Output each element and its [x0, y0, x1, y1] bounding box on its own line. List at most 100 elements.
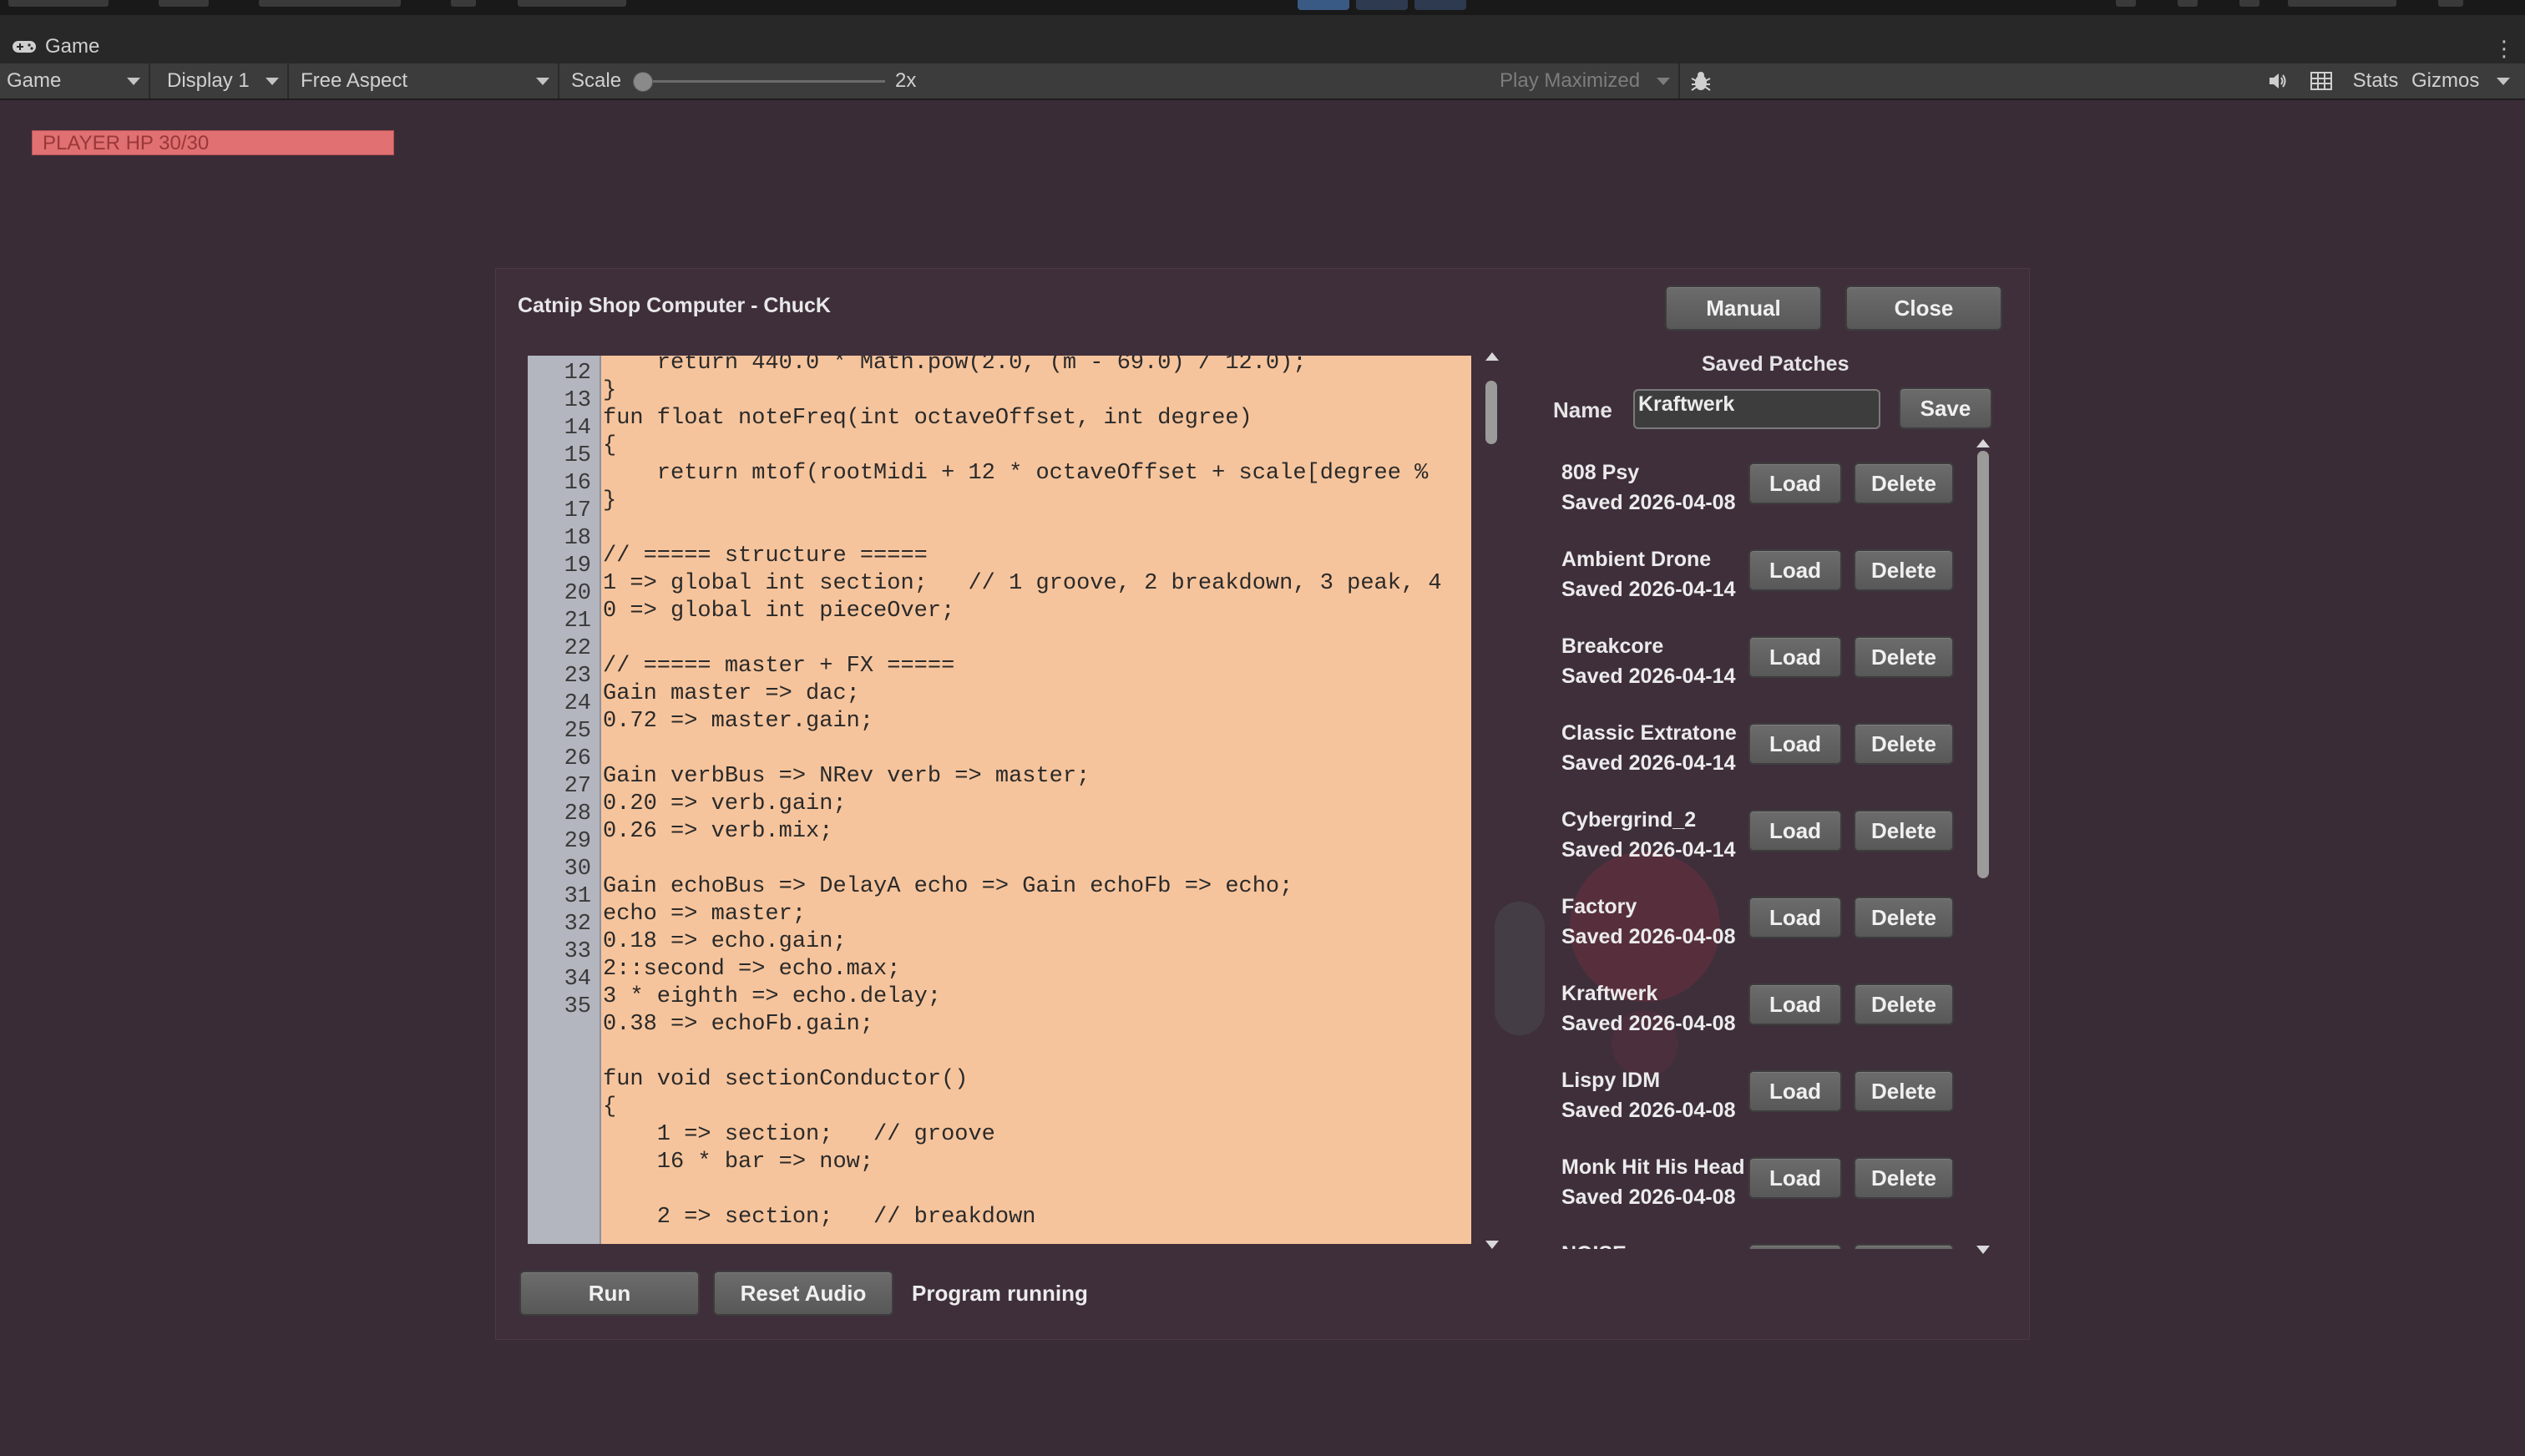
manual-button[interactable]: Manual	[1665, 286, 1822, 331]
code-line: 19// ===== structure =====	[528, 543, 1471, 579]
delete-patch-button[interactable]: Delete	[1854, 1157, 1954, 1199]
code-scrollbar-thumb[interactable]	[1485, 381, 1497, 444]
pause-button[interactable]	[1356, 0, 1408, 10]
scale-label: Scale	[564, 63, 631, 99]
scroll-down-arrow-icon[interactable]	[1976, 1246, 1990, 1254]
chevron-down-icon	[1657, 78, 1670, 85]
gizmos-button[interactable]: Gizmos	[2411, 63, 2495, 99]
code-text: 2 => section; // breakdown	[603, 1205, 1036, 1230]
reset-audio-button[interactable]: Reset Audio	[713, 1271, 893, 1316]
load-patch-button[interactable]: Load	[1748, 1070, 1842, 1112]
code-line: {	[528, 1095, 1471, 1122]
code-line: 16 return mtof(rootMidi + 12 * octaveOff…	[528, 461, 1471, 496]
patch-name: Lispy IDM	[1561, 1069, 1661, 1092]
code-text: Gain master => dac;	[603, 681, 860, 706]
code-scrollbar[interactable]	[1483, 352, 1501, 1249]
scale-label-text: Scale	[571, 69, 622, 92]
saved-patches-list[interactable]: 808 Psy Saved 2026-04-08 Load Delete Ambient…	[1536, 442, 1971, 1249]
code-text: Gain verbBus => NRev verb => master;	[603, 764, 1090, 789]
scale-slider-handle[interactable]	[633, 72, 653, 92]
display-dropdown[interactable]: Display 1	[160, 63, 289, 99]
code-text: // ===== structure =====	[603, 543, 928, 569]
load-patch-button[interactable]: Load	[1748, 1244, 1842, 1249]
grid-icon[interactable]	[2306, 63, 2336, 99]
delete-patch-button[interactable]: Delete	[1854, 723, 1954, 765]
code-text: 0.26 => verb.mix;	[603, 819, 833, 844]
chevron-down-icon	[2497, 77, 2510, 85]
load-patch-button[interactable]: Load	[1748, 1157, 1842, 1199]
play-mode-dropdown[interactable]: Play Maximized	[1493, 63, 1680, 99]
code-line: 30	[528, 847, 1471, 882]
game-tab[interactable]: Game	[12, 30, 99, 63]
asset-store-fragment[interactable]	[259, 0, 401, 7]
delete-patch-button[interactable]: Delete	[1854, 1244, 1954, 1249]
load-patch-button[interactable]: Load	[1748, 810, 1842, 852]
delete-patch-button[interactable]: Delete	[1854, 549, 1954, 591]
code-text: echo => master;	[603, 902, 807, 927]
code-line: 12 return 440.0 * Math.pow(2.0, (m - 69.…	[528, 356, 1471, 386]
patch-saved-date: Saved 2026-04-08	[1561, 1012, 1736, 1035]
step-button[interactable]	[1414, 0, 1466, 10]
play-button[interactable]	[1298, 0, 1349, 10]
program-status: Program running	[912, 1281, 1088, 1306]
code-text: 0.20 => verb.gain;	[603, 791, 847, 816]
load-patch-button[interactable]: Load	[1748, 463, 1842, 504]
scroll-down-arrow-icon[interactable]	[1485, 1241, 1499, 1249]
code-text: 1 => global int section; // 1 groove, 2 …	[603, 571, 1442, 596]
run-button[interactable]: Run	[519, 1271, 700, 1316]
delete-patch-button[interactable]: Delete	[1854, 810, 1954, 852]
delete-patch-button[interactable]: Delete	[1854, 636, 1954, 678]
account-fragment[interactable]	[159, 0, 209, 7]
unity-ai-fragment[interactable]	[518, 0, 626, 7]
patch-name: NOISE	[1561, 1242, 1627, 1249]
delete-patch-button[interactable]: Delete	[1854, 1070, 1954, 1112]
scale-value: 2x	[888, 63, 939, 99]
code-text: 0.18 => echo.gain;	[603, 929, 847, 954]
gizmos-dropdown[interactable]	[2497, 63, 2522, 99]
code-editor[interactable]: 12 return 440.0 * Math.pow(2.0, (m - 69.…	[528, 356, 1471, 1244]
code-text: return mtof(rootMidi + 12 * octaveOffset…	[603, 461, 1429, 486]
kebab-menu-icon[interactable]: ⋮	[2493, 38, 2515, 59]
code-text: 1 => section; // groove	[603, 1122, 995, 1147]
save-patch-button[interactable]: Save	[1899, 387, 1992, 429]
delete-patch-button[interactable]: Delete	[1854, 463, 1954, 504]
patch-row: Cybergrind_2 Saved 2026-04-14 Load Delete	[1536, 796, 1971, 877]
patch-name-input[interactable]: Kraftwerk	[1633, 389, 1880, 429]
stats-button[interactable]: Stats	[2346, 63, 2405, 99]
layout-dropdown[interactable]	[2288, 0, 2396, 7]
delete-patch-button[interactable]: Delete	[1854, 897, 1954, 938]
patches-scrollbar[interactable]	[1974, 439, 1992, 1254]
scale-slider-track[interactable]	[641, 80, 885, 83]
gizmos-label: Gizmos	[2411, 69, 2480, 92]
code-line: 25 0.72 => master.gain;	[528, 709, 1471, 744]
search-icon[interactable]	[2239, 0, 2259, 7]
settings-icon[interactable]	[2438, 0, 2463, 7]
game-view-dropdown[interactable]: Game	[0, 63, 150, 99]
load-patch-button[interactable]: Load	[1748, 636, 1842, 678]
load-patch-button[interactable]: Load	[1748, 549, 1842, 591]
code-line: 0.38 => echoFb.gain;	[528, 1012, 1471, 1039]
load-patch-button[interactable]: Load	[1748, 983, 1842, 1025]
aspect-dropdown[interactable]: Free Aspect	[294, 63, 559, 99]
patches-scrollbar-thumb[interactable]	[1977, 451, 1989, 878]
patch-name: 808 Psy	[1561, 461, 1640, 484]
code-text: fun void sectionConductor()	[603, 1067, 969, 1092]
code-line: 32 echo => master;	[528, 902, 1471, 937]
load-patch-button[interactable]: Load	[1748, 723, 1842, 765]
scroll-up-arrow-icon[interactable]	[1485, 352, 1499, 361]
code-text: 0.72 => master.gain;	[603, 709, 874, 734]
cloud-icon[interactable]	[2178, 0, 2198, 7]
delete-patch-button[interactable]: Delete	[1854, 983, 1954, 1025]
load-patch-button[interactable]: Load	[1748, 897, 1842, 938]
audio-mute-icon[interactable]	[2263, 63, 2293, 99]
patch-row: Lispy IDM Saved 2026-04-08 Load Delete	[1536, 1057, 1971, 1137]
collab-icon[interactable]	[2116, 0, 2136, 7]
scroll-up-arrow-icon[interactable]	[1976, 439, 1990, 447]
close-button[interactable]: Close	[1845, 286, 2002, 331]
code-line: 17}	[528, 488, 1471, 523]
menu-fragment[interactable]	[451, 0, 476, 7]
unity-menu-fragment[interactable]	[8, 0, 109, 7]
bug-icon[interactable]	[1683, 63, 1718, 99]
editor-top-bar	[0, 0, 2525, 15]
patch-row: Monk Hit His Head Saved 2026-04-08 Load Del…	[1536, 1144, 1971, 1224]
